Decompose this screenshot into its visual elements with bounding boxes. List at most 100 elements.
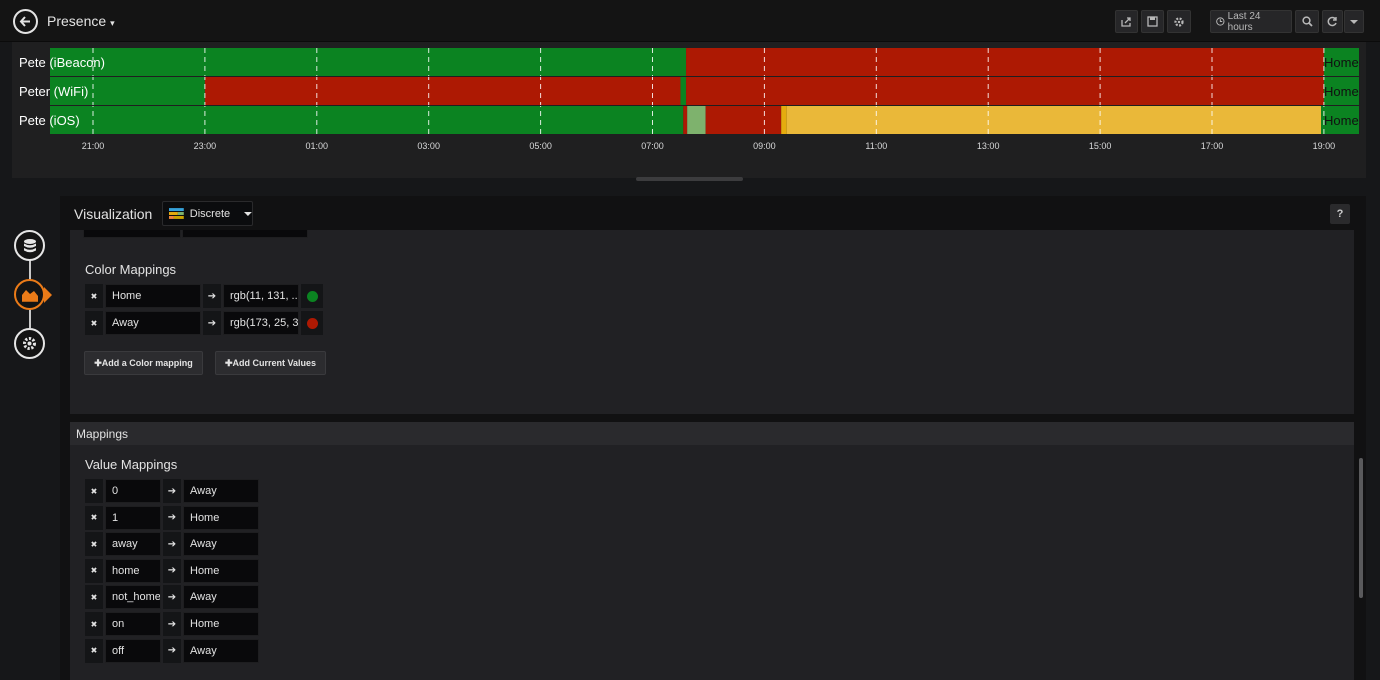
value-mapping-to-input[interactable]: Away [183,585,259,610]
time-range-picker[interactable]: Last 24 hours [1210,10,1292,33]
row-label: Pete (iBeacon) [19,55,105,70]
database-icon [23,238,36,252]
add-current-values-button[interactable]: ✚ Add Current Values [215,351,326,375]
timeline-segment[interactable] [687,106,706,134]
value-mapping-from-input[interactable]: away [105,532,161,557]
save-button[interactable] [1141,10,1164,33]
x-tick-label: 13:00 [977,141,1000,151]
arrow-right-icon: ➔ [163,638,181,663]
timeline-segment[interactable] [680,77,687,105]
value-mapping-from-input[interactable]: home [105,558,161,583]
dashboard-title-dropdown[interactable]: Presence ▾ [47,13,115,29]
remove-icon[interactable]: ✖ [85,638,103,663]
x-tick-label: 01:00 [306,141,329,151]
timeline-segment[interactable] [705,106,782,134]
value-mapping-to-input[interactable]: Away [183,638,259,663]
x-tick-label: 17:00 [1201,141,1224,151]
timeline-segment[interactable] [204,77,681,105]
share-button[interactable] [1115,10,1138,33]
color-dot [306,290,318,302]
timeline-segment[interactable] [50,106,684,134]
share-icon [1121,17,1131,27]
value-mapping-from-input[interactable]: 0 [105,479,161,503]
arrow-right-icon: ➔ [163,585,181,610]
clock-icon [1216,17,1225,26]
settings-button[interactable] [1167,10,1191,33]
mappings-header[interactable]: Mappings [70,422,1354,445]
remove-icon[interactable]: ✖ [85,284,103,308]
row-separator [50,76,1359,77]
color-mapping-value-input[interactable]: Away [105,311,201,335]
value-mapping-row: ✖ not_home ➔ Away [85,585,259,610]
queries-tab[interactable] [14,230,45,261]
arrow-right-icon: ➔ [163,612,181,636]
help-button[interactable]: ? [1330,204,1350,224]
scrollbar[interactable] [1359,458,1363,598]
timeline-segment[interactable] [686,48,1324,76]
active-tab-pointer [44,287,52,303]
remove-icon[interactable]: ✖ [85,505,103,530]
row-label: Pete (iOS) [19,113,80,128]
remove-icon[interactable]: ✖ [85,585,103,610]
discrete-timeline-chart: 21:00 23:00 01:00 03:00 05:00 07:00 09:00 11:00… [50,48,1359,151]
mappings-section: Mappings Value Mappings ✖ 0 ➔ Away ✖ 1 ➔ Home ✖ a… [70,422,1354,680]
remove-icon[interactable]: ✖ [85,612,103,636]
color-mapping-value-input[interactable]: Home [105,284,201,308]
panel-resize-handle[interactable] [636,177,743,181]
timeline-segment[interactable] [786,106,1322,134]
value-mapping-from-input[interactable]: 1 [105,505,161,530]
value-mapping-from-input[interactable]: not_home [105,585,161,610]
value-mapping-from-input[interactable]: on [105,612,161,636]
color-mapping-color-input[interactable]: rgb(173, 25, 3) [223,311,299,335]
value-mapping-to-input[interactable]: Home [183,612,259,636]
color-mappings-section: Color Mappings ✖ Home ➔ rgb(11, 131, ...… [70,230,1354,414]
value-mapping-to-input[interactable]: Away [183,479,259,503]
value-mapping-row: ✖ off ➔ Away [85,638,259,663]
remove-icon[interactable]: ✖ [85,558,103,583]
arrow-right-icon: ➔ [163,558,181,583]
panel-editor: Visualization Discrete ? Color Mappings … [60,196,1366,680]
value-mapping-to-input[interactable]: Away [183,532,259,557]
caret-down-icon [244,211,252,216]
value-mapping-from-input[interactable]: off [105,638,161,663]
zoom-out-button[interactable] [1295,10,1319,33]
remove-icon[interactable]: ✖ [85,479,103,503]
value-mapping-to-input[interactable]: Home [183,505,259,530]
remove-icon[interactable]: ✖ [85,532,103,557]
x-tick-label: 05:00 [529,141,552,151]
timeline-segment[interactable] [686,77,1324,105]
chart-area-icon [21,289,38,302]
timeline-segment[interactable] [50,48,687,76]
gear-icon [23,337,36,350]
add-color-mapping-button[interactable]: ✚ Add a Color mapping [84,351,203,375]
x-tick-label: 07:00 [641,141,664,151]
visualization-tab[interactable] [14,279,45,310]
color-mapping-color-input[interactable]: rgb(11, 131, ... [223,284,299,308]
refresh-button[interactable] [1322,10,1343,33]
row-separator [50,105,1359,106]
visualization-type-picker[interactable]: Discrete [162,201,253,226]
arrow-right-icon: ➔ [163,505,181,530]
x-tick-label: 09:00 [753,141,776,151]
mappings-header-label: Mappings [76,427,129,441]
editor-header: Visualization Discrete ? [60,196,1366,230]
clipped-input [83,230,181,238]
save-icon [1147,16,1158,27]
color-swatch[interactable] [301,311,323,335]
refresh-interval-dropdown[interactable] [1344,10,1364,33]
time-range-label: Last 24 hours [1227,10,1261,33]
discrete-panel-icon [169,207,184,219]
general-settings-tab[interactable] [14,328,45,359]
timeline-segment[interactable] [683,106,688,134]
timeline-segment[interactable] [781,106,787,134]
value-mapping-to-input[interactable]: Home [183,558,259,583]
remove-icon[interactable]: ✖ [85,311,103,335]
button-label: Add a Color mapping [101,358,193,368]
value-mapping-row: ✖ 0 ➔ Away [85,479,259,503]
color-swatch[interactable] [301,284,323,308]
value-mapping-row: ✖ home ➔ Home [85,558,259,583]
x-tick-label: 23:00 [194,141,217,151]
back-arrow-icon[interactable] [13,9,38,34]
row-end-label: Home [1324,113,1359,128]
search-icon [1301,16,1313,27]
